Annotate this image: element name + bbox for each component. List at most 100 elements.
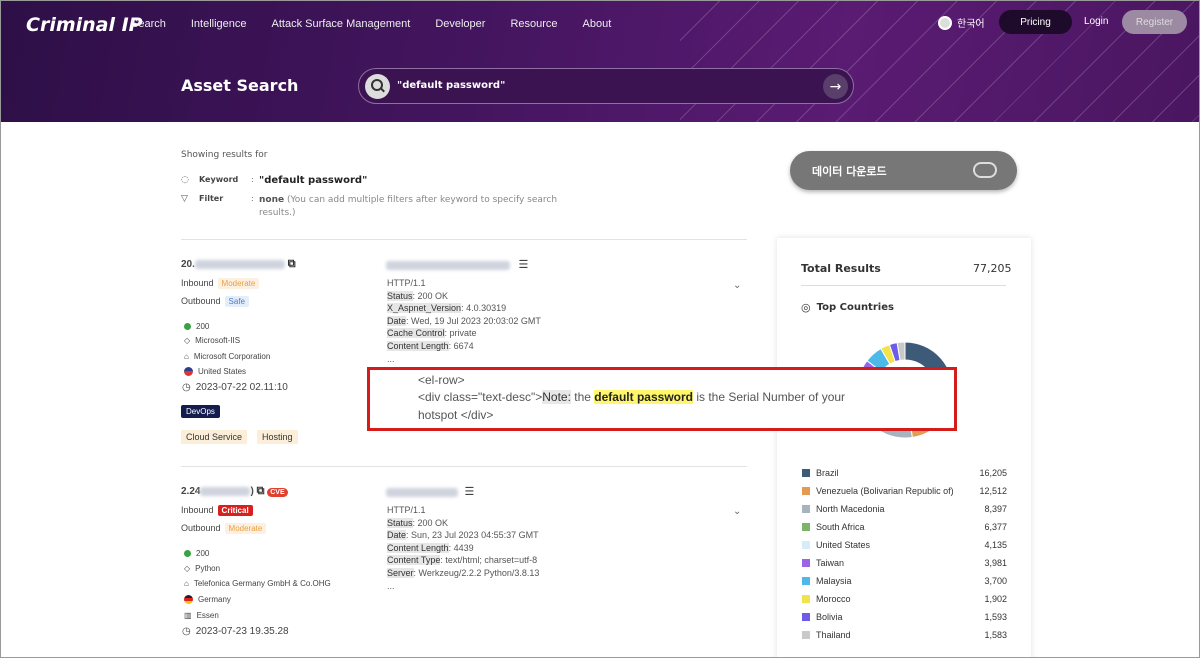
keyword-value: "default password": [259, 175, 368, 186]
register-button[interactable]: Register: [1122, 10, 1187, 34]
search-input[interactable]: "default password": [397, 80, 505, 91]
clock-icon: ◷: [182, 382, 191, 393]
filter-label: Filter: [199, 194, 224, 203]
nav-intelligence[interactable]: Intelligence: [191, 18, 247, 30]
filter-row: ▽ Filter : none (You can add multiple fi…: [181, 194, 558, 218]
total-results-label: Total Results: [801, 262, 881, 275]
logo[interactable]: Criminal IP: [26, 14, 143, 36]
login-link[interactable]: Login: [1084, 16, 1108, 27]
date-row: ◷ 2023-07-22 02.11:10: [182, 382, 288, 393]
pricing-button[interactable]: Pricing: [999, 10, 1072, 34]
country-count: 1,902: [984, 594, 1007, 604]
tag-hosting[interactable]: Hosting: [257, 430, 298, 444]
layers-icon: ◇: [184, 336, 191, 345]
country-row: Venezuela (Bolivarian Republic of) 12,512: [802, 486, 1007, 496]
country-name: South Africa: [816, 522, 865, 532]
nav-asm[interactable]: Attack Surface Management: [272, 18, 411, 30]
de-flag-icon: [184, 595, 193, 604]
chevron-down-icon[interactable]: ⌄: [733, 506, 741, 517]
language-switch[interactable]: 한국어: [938, 15, 985, 30]
country-count: 3,981: [984, 558, 1007, 568]
legend-swatch: [802, 577, 810, 585]
inbound-badge: Critical: [217, 505, 253, 516]
country-name: Venezuela (Bolivarian Republic of): [816, 486, 954, 496]
outbound-row: Outbound Safe: [181, 296, 250, 307]
us-flag-icon: [184, 367, 193, 376]
outbound-row: Outbound Moderate: [181, 523, 267, 534]
data-download-button[interactable]: 데이터 다운로드: [790, 151, 1017, 190]
legend-swatch: [802, 541, 810, 549]
country-name: Morocco: [816, 594, 851, 604]
arrow-right-icon[interactable]: →: [823, 74, 848, 99]
chevron-down-icon[interactable]: ⌄: [733, 280, 741, 291]
country-count: 8,397: [984, 504, 1007, 514]
external-link-icon[interactable]: ⧉: [288, 258, 296, 270]
search-bar[interactable]: "default password" →: [358, 68, 854, 104]
divider: [801, 285, 1006, 286]
country-row: United States 4,135: [802, 540, 1007, 550]
legend-swatch: [802, 631, 810, 639]
country-count: 3,700: [984, 576, 1007, 586]
inbound-row: Inbound Moderate: [181, 278, 260, 289]
country-name: Bolivia: [816, 612, 843, 622]
result-title[interactable]: ☰: [386, 258, 528, 271]
tag-devops[interactable]: DevOps: [181, 405, 220, 418]
legend-swatch: [802, 613, 810, 621]
status-dot-icon: [184, 323, 191, 330]
status-row: 200: [184, 549, 209, 558]
funnel-icon: ▽: [181, 194, 188, 204]
country-row: Morocco 1,902: [802, 594, 1007, 604]
country-row: South Africa 6,377: [802, 522, 1007, 532]
total-results-value: 77,205: [973, 262, 1012, 275]
tag-cloud-service[interactable]: Cloud Service: [181, 430, 248, 444]
country-row: Germany: [184, 595, 231, 604]
result-title[interactable]: ☰: [386, 485, 474, 498]
divider: [181, 239, 747, 240]
country-count: 4,135: [984, 540, 1007, 550]
country-row: Bolivia 1,593: [802, 612, 1007, 622]
nav-resource[interactable]: Resource: [510, 18, 557, 30]
legend-swatch: [802, 487, 810, 495]
country-name: Malaysia: [816, 576, 852, 586]
building-icon: ▥: [184, 611, 192, 620]
building-icon: ⌂: [184, 352, 189, 361]
result-ip[interactable]: 20. ⧉: [181, 258, 296, 271]
external-link-icon[interactable]: ⧉: [257, 485, 265, 497]
country-count: 1,583: [984, 630, 1007, 640]
country-count: 16,205: [979, 468, 1007, 478]
nav-search[interactable]: Search: [131, 18, 166, 30]
city-row: ▥ Essen: [184, 611, 219, 620]
country-row: North Macedonia 8,397: [802, 504, 1007, 514]
cve-badge: CVE: [267, 488, 288, 497]
country-row: United States: [184, 367, 246, 376]
server-row: ◇ Microsoft-IIS: [184, 336, 241, 345]
legend-swatch: [802, 523, 810, 531]
date-row: ◷ 2023-07-23 19.35.28: [182, 626, 289, 637]
divider: [181, 466, 747, 467]
speech-bubble-icon: ◌: [181, 175, 189, 185]
download-label: 데이터 다운로드: [812, 164, 887, 178]
nav-about[interactable]: About: [583, 18, 612, 30]
top-countries-heading: ◎ Top Countries: [801, 301, 894, 314]
server-stack-icon: ☰: [518, 259, 529, 271]
filter-value: none (You can add multiple filters after…: [259, 195, 558, 218]
keyword-label: Keyword: [199, 175, 239, 184]
search-icon[interactable]: [365, 74, 390, 99]
result-ip[interactable]: 2.24) ⧉ CVE: [181, 485, 288, 498]
inbound-row: Inbound Critical: [181, 505, 253, 516]
legend-swatch: [802, 505, 810, 513]
code-line: hotspot </div>: [418, 408, 494, 422]
search-hit-highlight: default password: [594, 390, 693, 404]
country-name: Taiwan: [816, 558, 845, 568]
country-row: Taiwan 3,981: [802, 558, 1007, 568]
org-row: ⌂ Telefonica Germany GmbH & Co.OHG: [184, 579, 331, 588]
outbound-badge: Safe: [224, 296, 250, 307]
country-count: 6,377: [984, 522, 1007, 532]
country-name: Brazil: [816, 468, 839, 478]
clock-icon: ◷: [182, 626, 191, 637]
org-row: ⌂ Microsoft Corporation: [184, 352, 271, 361]
header-banner: Criminal IP Search Intelligence Attack S…: [0, 0, 1200, 122]
legend-swatch: [802, 469, 810, 477]
globe-icon: ◎: [801, 301, 811, 314]
nav-developer[interactable]: Developer: [435, 18, 485, 30]
